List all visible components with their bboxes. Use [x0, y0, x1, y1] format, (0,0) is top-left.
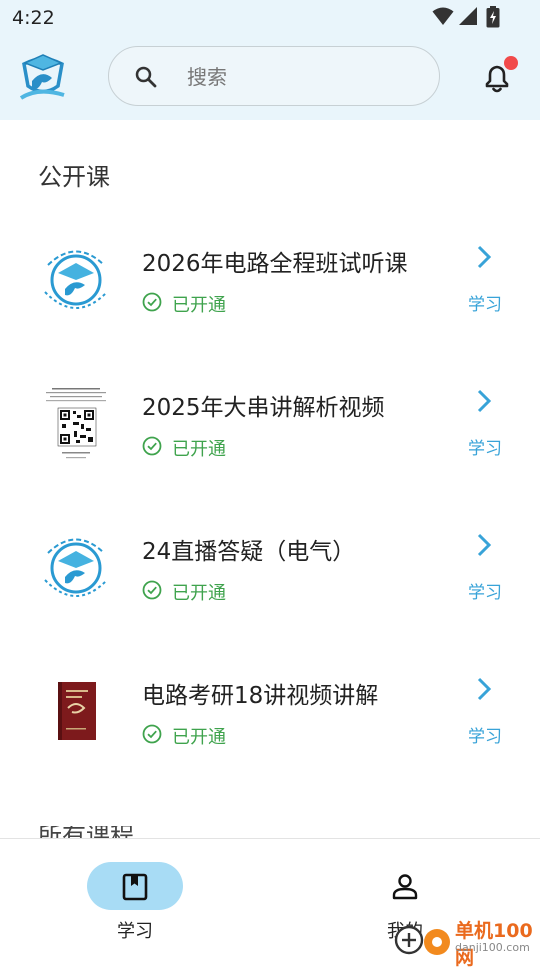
section-title: 公开课	[38, 163, 110, 191]
course-title: 2026年电路全程班试听课	[142, 251, 408, 277]
status-label: 已开通	[172, 727, 226, 748]
study-label: 学习	[468, 727, 502, 747]
course-item[interactable]: 电路考研18讲视频讲解 已开通 学习	[0, 646, 540, 790]
signal-icon	[459, 7, 477, 25]
check-circle-icon	[142, 436, 162, 456]
chevron-right-icon	[477, 677, 492, 701]
search-input[interactable]	[185, 61, 419, 93]
course-title: 电路考研18讲视频讲解	[142, 683, 379, 709]
battery-icon	[486, 6, 500, 28]
course-title: 2025年大串讲解析视频	[142, 395, 385, 421]
study-label: 学习	[468, 439, 502, 459]
study-label: 学习	[468, 295, 502, 315]
chevron-right-icon	[477, 533, 492, 557]
shuimu-logo-thumbnail	[44, 538, 108, 597]
status-label: 已开通	[172, 439, 226, 460]
study-button[interactable]: 学习	[462, 676, 510, 747]
status-label: 已开通	[172, 583, 226, 604]
search-bar[interactable]	[108, 46, 440, 106]
book-icon	[122, 873, 148, 901]
person-icon	[392, 874, 418, 900]
check-circle-icon	[142, 292, 162, 312]
shuimu-logo-thumbnail	[44, 250, 108, 309]
chevron-right-icon	[477, 245, 492, 269]
status-label: 已开通	[172, 295, 226, 316]
status-time: 4:22	[12, 7, 55, 29]
red-book-cover-thumbnail	[58, 682, 96, 740]
watermark-logo-icon	[394, 925, 450, 955]
wifi-icon	[432, 7, 454, 25]
search-icon	[135, 66, 157, 88]
qr-code-poster-thumbnail	[42, 384, 110, 464]
notification-badge	[504, 56, 518, 70]
study-button[interactable]: 学习	[462, 244, 510, 315]
app-header: 4:22	[0, 0, 540, 120]
course-title: 24直播答疑（电气）	[142, 539, 356, 565]
nav-tab-study[interactable]: 学习	[87, 839, 247, 949]
chevron-right-icon	[477, 389, 492, 413]
status-bar: 4:22	[0, 0, 540, 36]
course-item[interactable]: 24直播答疑（电气） 已开通 学习	[0, 502, 540, 646]
shuimu-luoyan-logo-icon[interactable]	[18, 51, 68, 103]
course-item[interactable]: 2026年电路全程班试听课 已开通 学习	[0, 214, 540, 358]
watermark-url: danji100.com	[455, 941, 530, 954]
study-button[interactable]: 学习	[462, 388, 510, 459]
study-label: 学习	[468, 583, 502, 603]
check-circle-icon	[142, 724, 162, 744]
course-item[interactable]: 2025年大串讲解析视频 已开通 学习	[0, 358, 540, 502]
nav-tab-study-label: 学习	[117, 921, 153, 942]
check-circle-icon	[142, 580, 162, 600]
watermark: 单机100网 danji100.com	[393, 914, 540, 969]
study-button[interactable]: 学习	[462, 532, 510, 603]
